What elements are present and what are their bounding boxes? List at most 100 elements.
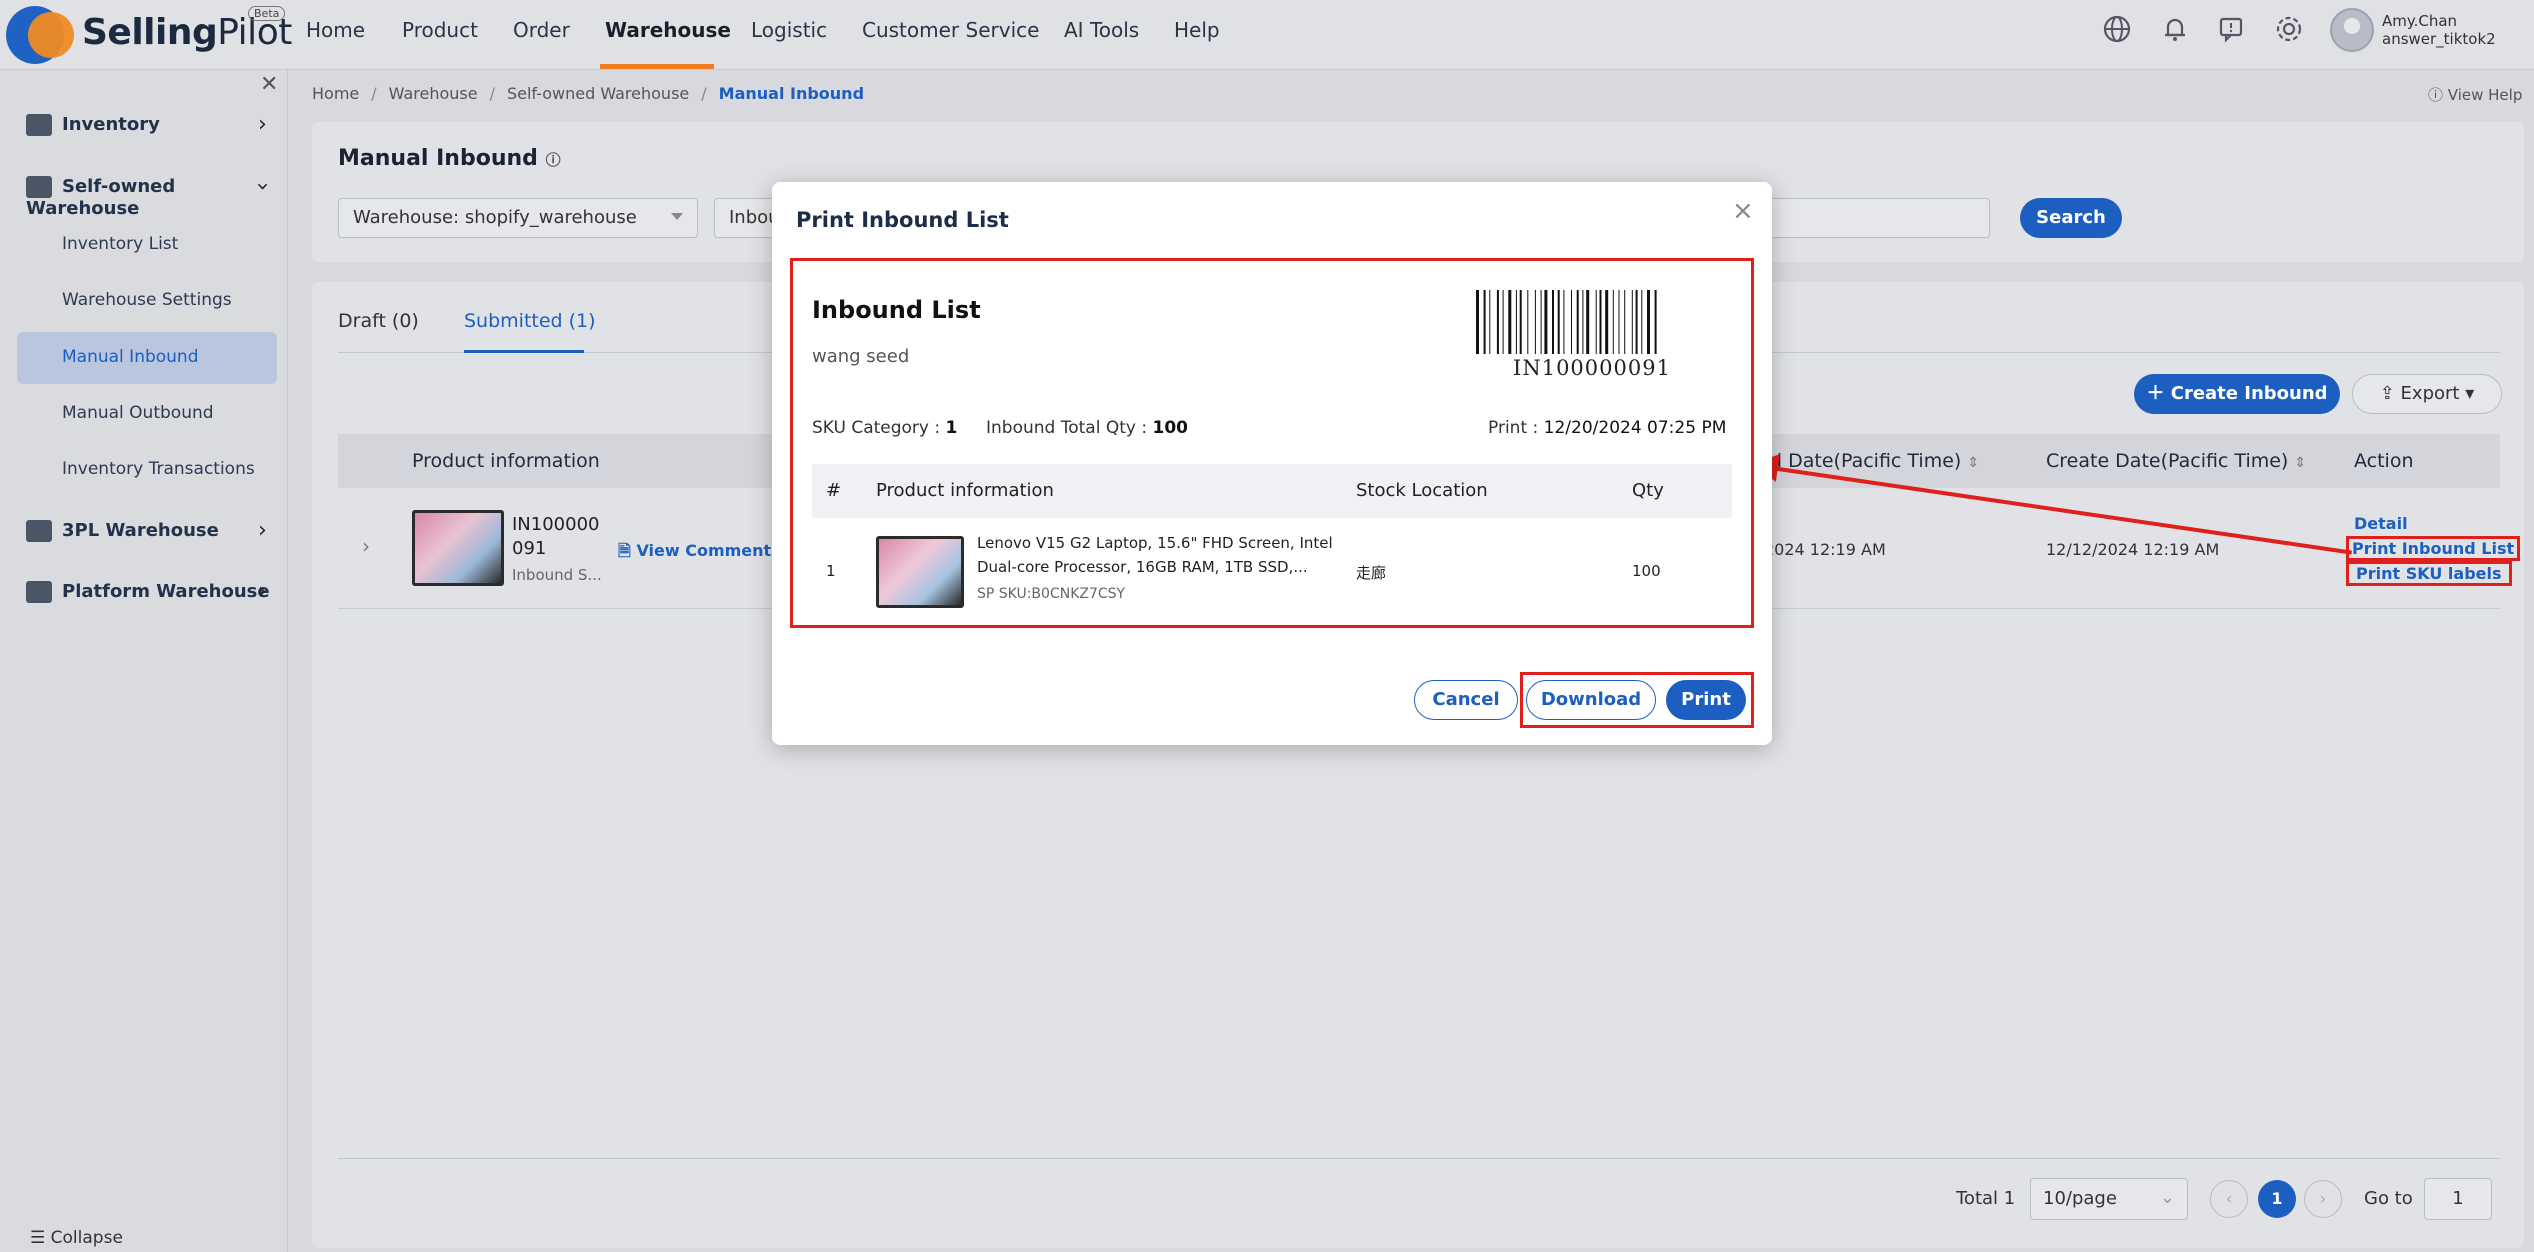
logo-text-bold: Selling [82, 12, 218, 53]
bell-icon[interactable] [2158, 14, 2192, 48]
sidebar-group-platform[interactable]: Platform Warehouse [26, 581, 270, 603]
cancel-button[interactable]: Cancel [1414, 680, 1518, 720]
chevron-right-icon[interactable]: › [258, 518, 267, 543]
sidebar-item-inventory-transactions[interactable]: Inventory Transactions [62, 459, 255, 479]
row-qty: 100 [1632, 562, 1661, 580]
barcode-bar [1557, 290, 1560, 354]
prev-page-button[interactable]: ‹ [2210, 1180, 2248, 1218]
print-time-label: Print : [1488, 418, 1539, 438]
barcode-bar [1586, 290, 1590, 354]
search-button[interactable]: Search [2020, 198, 2122, 238]
warehouse-select[interactable]: Warehouse: shopify_warehouse [338, 198, 698, 238]
print-inbound-modal: Print Inbound List × Inbound List wang s… [772, 182, 1772, 745]
barcode-text: IN100000091 [1513, 356, 1671, 380]
plus-icon: ＋ [2146, 383, 2171, 404]
goto-input[interactable]: 1 [2424, 1178, 2492, 1220]
page-size-select[interactable]: 10/page ⌄ [2030, 1178, 2188, 1220]
avatar[interactable] [2330, 8, 2374, 52]
col-qty: Qty [1632, 480, 1664, 501]
create-inbound-button[interactable]: ＋ Create Inbound [2134, 374, 2340, 414]
print-sku-labels-link[interactable]: Print SKU labels [2346, 561, 2512, 586]
next-page-button[interactable]: › [2304, 1180, 2342, 1218]
nav-help[interactable]: Help [1174, 18, 1220, 42]
nav-order[interactable]: Order [513, 18, 570, 42]
collapse-icon: ☰ [30, 1228, 51, 1248]
message-icon[interactable] [2214, 14, 2248, 48]
sidebar-group-self-owned[interactable]: Self-owned Warehouse [26, 176, 287, 219]
sidebar-item-manual-inbound[interactable]: Manual Inbound [62, 347, 199, 367]
nav-product[interactable]: Product [402, 18, 478, 42]
inbound-list-subtitle: wang seed [812, 346, 910, 367]
sort-icon: ⇕ [1967, 455, 1980, 471]
view-help-link[interactable]: ⓘ View Help [2428, 84, 2522, 105]
chevron-down-icon[interactable]: › [250, 182, 275, 191]
expand-row-icon[interactable]: › [362, 534, 370, 558]
barcode-bar [1534, 290, 1536, 354]
table-row: 1 Lenovo V15 G2 Laptop, 15.6" FHD Screen… [812, 518, 1732, 622]
export-button[interactable]: ⇪ Export ▾ [2352, 374, 2502, 414]
help-icon: ⓘ [2428, 86, 2448, 104]
print-time-value: 12/20/2024 07:25 PM [1543, 418, 1727, 438]
barcode-bar [1605, 290, 1609, 354]
sort-icon: ⇕ [2294, 455, 2307, 471]
modal-title: Print Inbound List [796, 208, 1009, 232]
info-icon[interactable]: ⓘ [546, 151, 561, 169]
close-icon[interactable]: × [1732, 196, 1754, 226]
product-name-line2: Dual-core Processor, 16GB RAM, 1TB SSD,.… [977, 558, 1308, 576]
barcode-bar [1508, 290, 1512, 354]
nav-home[interactable]: Home [306, 18, 365, 42]
create-inbound-label: Create Inbound [2170, 383, 2328, 404]
sidebar-group-inventory[interactable]: Inventory [26, 114, 160, 136]
breadcrumb: Home / Warehouse / Self-owned Warehouse / Manu… [312, 84, 865, 103]
globe-icon[interactable] [2100, 14, 2134, 48]
view-help-label: View Help [2447, 86, 2523, 104]
modal-table-header: # Product information Stock Location Qty [812, 464, 1732, 518]
nav-customer-service[interactable]: Customer Service [862, 18, 1039, 42]
view-comments-link[interactable]: 🗎 View Comments [618, 540, 781, 567]
page-number-current[interactable]: 1 [2258, 1180, 2296, 1218]
col-stock-location: Stock Location [1356, 480, 1488, 501]
warehouse-icon [26, 520, 52, 542]
print-inbound-list-link[interactable]: Print Inbound List [2346, 536, 2521, 561]
close-icon[interactable]: ✕ [260, 72, 278, 97]
product-thumbnail [412, 510, 504, 586]
collapse-label: Collapse [50, 1228, 123, 1248]
breadcrumb-warehouse[interactable]: Warehouse [389, 84, 478, 103]
download-button[interactable]: Download [1526, 680, 1656, 720]
chevron-right-icon[interactable]: › [258, 579, 267, 604]
sidebar-item-manual-outbound[interactable]: Manual Outbound [62, 403, 214, 423]
barcode-bar [1576, 290, 1579, 354]
tab-draft[interactable]: Draft (0) [338, 310, 419, 332]
chevron-down-icon: ⌄ [2159, 1187, 2175, 1208]
gear-icon[interactable] [2272, 14, 2306, 48]
barcode-bar [1502, 290, 1504, 354]
barcode [1476, 290, 1657, 354]
nav-warehouse[interactable]: Warehouse [605, 18, 731, 42]
total-qty-value: 100 [1152, 418, 1188, 438]
tab-active-indicator [464, 350, 584, 353]
footer-divider [338, 1158, 2500, 1159]
view-comments-label: View Comments [636, 541, 781, 560]
breadcrumb-home[interactable]: Home [312, 84, 359, 103]
barcode-bar [1563, 290, 1565, 354]
inbound-id-line2: 091 [512, 538, 547, 559]
collapse-button[interactable]: ☰ Collapse [30, 1228, 123, 1248]
inbound-sub: Inbound S... [512, 566, 602, 584]
inbound-id-line1: IN100000 [512, 514, 600, 535]
sidebar-item-warehouse-settings[interactable]: Warehouse Settings [62, 290, 232, 310]
chevron-right-icon[interactable]: › [258, 112, 267, 137]
col-create-date[interactable]: Create Date(Pacific Time) ⇕ [2046, 450, 2306, 472]
barcode-bar [1595, 290, 1597, 354]
barcode-bar [1635, 290, 1638, 354]
sidebar-item-inventory-list[interactable]: Inventory List [62, 234, 178, 254]
tab-submitted[interactable]: Submitted (1) [464, 310, 596, 332]
product-thumbnail [876, 536, 964, 608]
sidebar-group-label: Platform Warehouse [62, 581, 270, 602]
sku-category-label: SKU Category : [812, 418, 941, 438]
detail-link[interactable]: Detail [2354, 514, 2408, 533]
nav-ai-tools[interactable]: AI Tools [1064, 18, 1139, 42]
print-button[interactable]: Print [1666, 680, 1746, 720]
breadcrumb-self-owned[interactable]: Self-owned Warehouse [507, 84, 689, 103]
nav-logistic[interactable]: Logistic [751, 18, 827, 42]
sidebar-group-3pl[interactable]: 3PL Warehouse [26, 520, 219, 542]
